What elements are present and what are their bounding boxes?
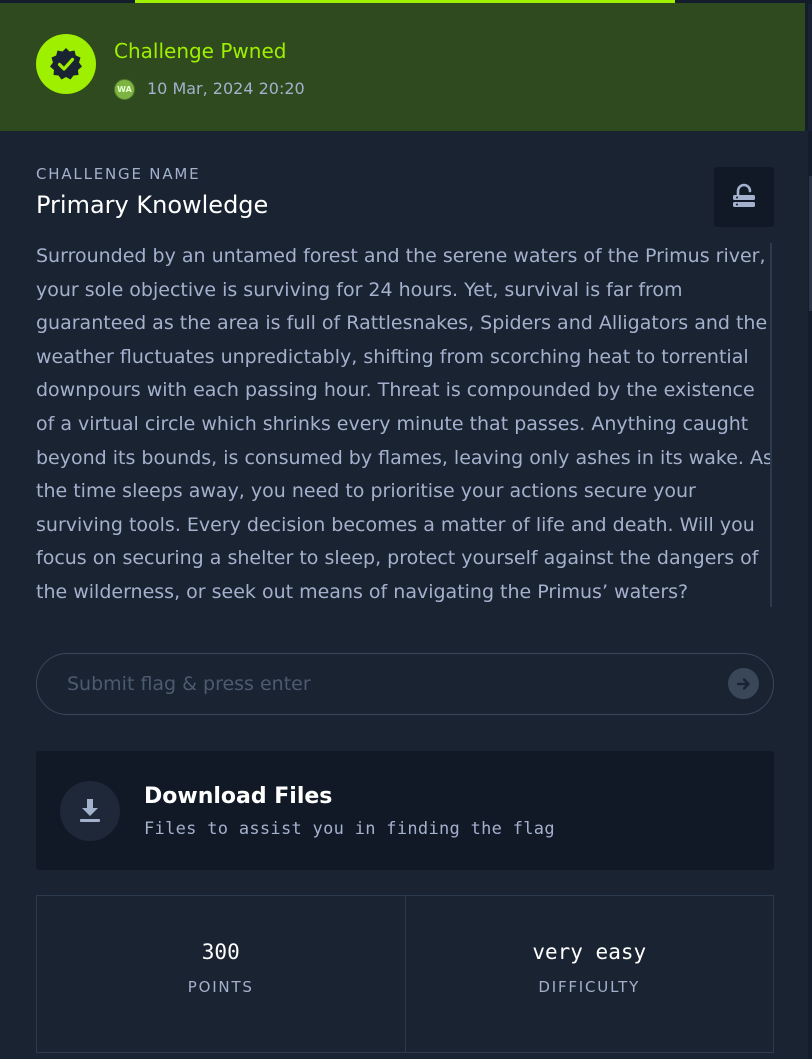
challenge-title: Primary Knowledge	[36, 191, 269, 219]
description-scrollbar[interactable]	[770, 243, 772, 607]
pwned-banner: Challenge Pwned WA 10 Mar, 2024 20:20	[0, 3, 808, 131]
download-files-button[interactable]: Download Files Files to assist you in fi…	[36, 751, 774, 870]
download-icon	[60, 781, 120, 841]
points-label: POINTS	[187, 978, 254, 996]
unlock-button[interactable]	[714, 167, 774, 227]
submit-flag-button[interactable]	[728, 668, 759, 699]
page-scrollbar[interactable]	[808, 131, 812, 1059]
difficulty-stat: very easy DIFFICULTY	[404, 896, 774, 1052]
challenge-description: Surrounded by an untamed forest and the …	[36, 245, 773, 603]
flag-input-container	[36, 653, 774, 715]
unlock-icon	[733, 183, 755, 207]
points-value: 300	[201, 940, 240, 964]
download-subtitle: Files to assist you in finding the flag	[144, 819, 555, 839]
flag-input[interactable]	[67, 654, 707, 714]
difficulty-label: DIFFICULTY	[538, 978, 641, 996]
difficulty-value: very easy	[532, 940, 647, 964]
pwned-date: 10 Mar, 2024 20:20	[147, 79, 305, 98]
verified-check-icon	[36, 34, 96, 94]
download-title: Download Files	[144, 784, 333, 809]
arrow-right-icon	[736, 677, 750, 690]
pwned-title: Challenge Pwned	[114, 39, 287, 63]
challenge-stats: 300 POINTS very easy DIFFICULTY	[36, 895, 774, 1053]
challenge-name-label: CHALLENGE NAME	[36, 165, 201, 183]
points-stat: 300 POINTS	[37, 896, 405, 1052]
avatar[interactable]: WA	[114, 79, 135, 100]
